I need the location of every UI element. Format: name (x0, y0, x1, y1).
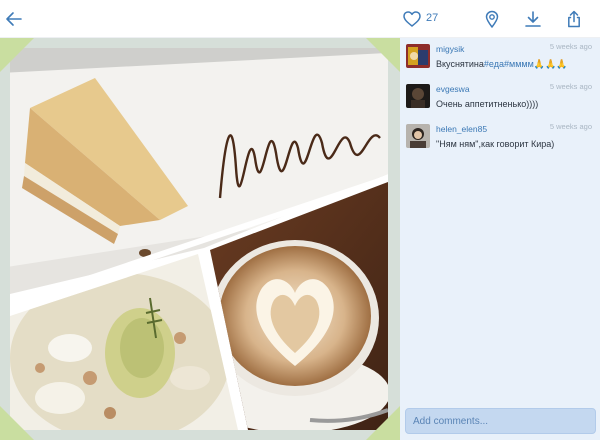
top-toolbar: 27 (0, 0, 600, 38)
photo-corner-decoration (366, 38, 400, 72)
comment-username[interactable]: helen_elen85 (436, 124, 487, 134)
photo-viewer[interactable] (0, 38, 400, 440)
photo-corner-decoration (366, 406, 400, 440)
comment-text: Очень аппетитненько)))) (436, 99, 539, 109)
comment-text: "Ням ням",как говорит Кира) (436, 139, 555, 149)
comment-username[interactable]: migysik (436, 44, 464, 54)
comment-item: helen_elen85 5 weeks ago "Ням ням",как г… (400, 118, 600, 158)
comment-text-part: Вкуснятина (436, 59, 484, 69)
comment-item: migysik 5 weeks ago Вкуснятина#еда#мммм🙏… (400, 38, 600, 78)
avatar[interactable] (406, 84, 430, 108)
arrow-left-icon[interactable] (2, 7, 26, 31)
like-count: 27 (426, 12, 439, 24)
comment-time: 5 weeks ago (549, 42, 592, 51)
location-pin-icon[interactable] (480, 7, 504, 31)
avatar[interactable] (406, 44, 430, 68)
comment-text: Вкуснятина#еда#мммм🙏🙏🙏 (436, 59, 567, 70)
emoji-text: 🙏🙏🙏 (533, 59, 568, 69)
hashtag-link[interactable]: #еда (484, 59, 504, 69)
comments-panel: migysik 5 weeks ago Вкуснятина#еда#мммм🙏… (400, 38, 600, 440)
photo-corner-decoration (0, 38, 34, 72)
avatar[interactable] (406, 124, 430, 148)
add-comment-input[interactable] (405, 408, 596, 434)
comment-time: 5 weeks ago (549, 82, 592, 91)
photo-corner-decoration (0, 406, 34, 440)
download-icon[interactable] (521, 7, 545, 31)
heart-icon[interactable] (400, 7, 424, 31)
comment-time: 5 weeks ago (549, 122, 592, 131)
comment-username[interactable]: evgeswa (436, 84, 470, 94)
comment-item: evgeswa 5 weeks ago Очень аппетитненько)… (400, 78, 600, 118)
food-collage-photo[interactable] (9, 48, 389, 431)
share-icon[interactable] (562, 7, 586, 31)
hashtag-link[interactable]: #мммм (504, 59, 534, 69)
